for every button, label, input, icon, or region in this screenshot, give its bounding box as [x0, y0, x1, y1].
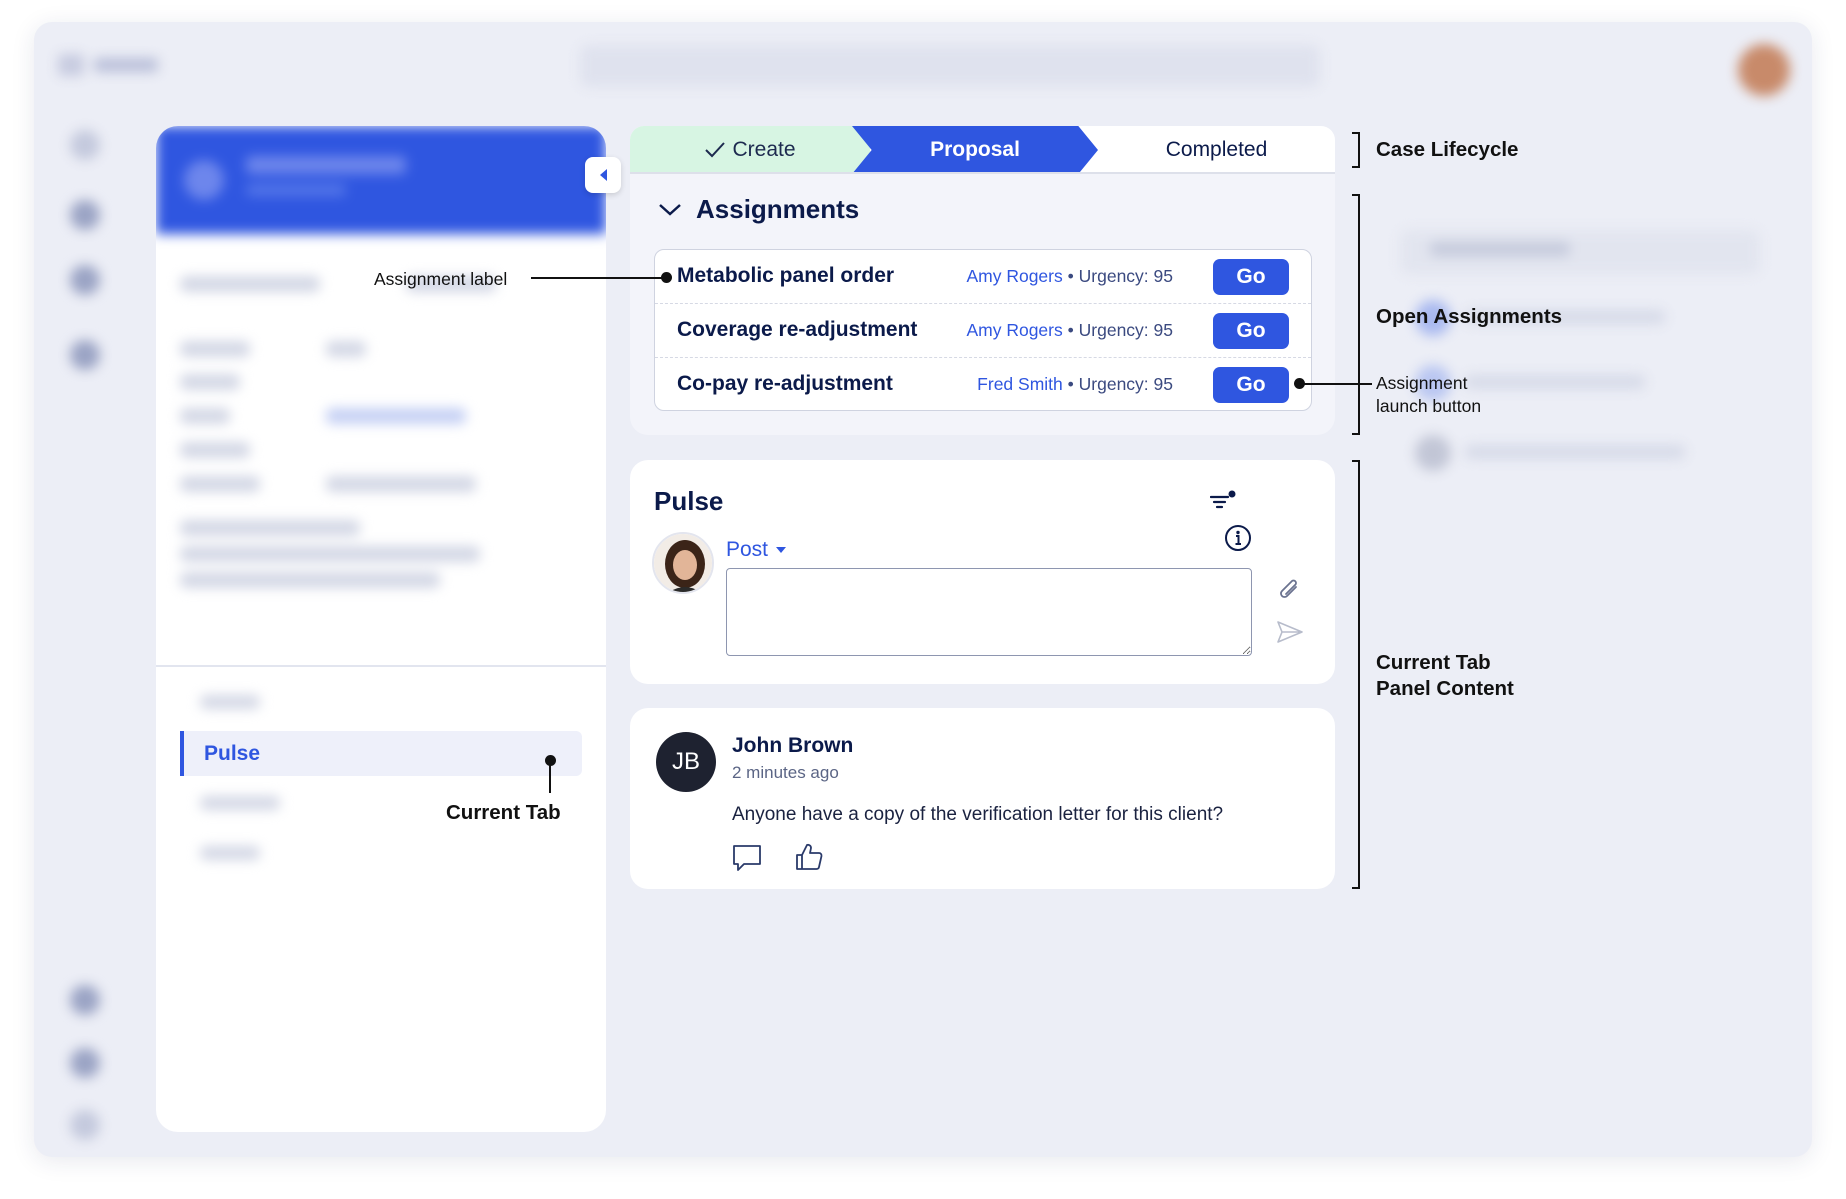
rail-reports-icon[interactable] — [70, 340, 100, 370]
post-type-select[interactable]: Post — [726, 538, 787, 562]
pulse-card: Pulse Post — [630, 460, 1335, 684]
rail-menu-icon[interactable] — [70, 130, 100, 160]
collapse-panel-button[interactable] — [585, 157, 621, 193]
assignment-assignee[interactable]: Amy Rogers — [966, 320, 1062, 340]
stage-proposal[interactable]: Proposal — [852, 126, 1098, 174]
assignment-go-button[interactable]: Go — [1213, 313, 1289, 349]
user-avatar[interactable] — [1738, 44, 1790, 96]
tab-pulse-label: Pulse — [204, 742, 261, 765]
assignment-label[interactable]: Metabolic panel order — [677, 264, 894, 288]
annotation-leader-line — [549, 761, 551, 793]
annotation-panel-content-line1: Current Tab — [1376, 651, 1491, 674]
annotation-leader-line — [1300, 383, 1372, 385]
annotation-bracket — [1352, 460, 1360, 889]
like-icon[interactable] — [794, 842, 824, 872]
assignment-meta: Amy Rogers • Urgency: 95 — [966, 266, 1173, 287]
attachment-icon[interactable] — [1278, 578, 1302, 604]
annotation-open-assignments: Open Assignments — [1376, 305, 1563, 328]
pulse-post: JB John Brown 2 minutes ago Anyone have … — [630, 708, 1335, 889]
assignment-row[interactable]: Coverage re-adjustment Amy Rogers • Urge… — [655, 304, 1311, 358]
post-input[interactable] — [726, 568, 1252, 656]
case-lifecycle: Create Proposal Completed — [630, 126, 1335, 174]
current-user-avatar — [652, 532, 714, 594]
assignment-label[interactable]: Coverage re-adjustment — [677, 318, 917, 342]
send-icon[interactable] — [1276, 620, 1304, 644]
assignment-label[interactable]: Co-pay re-adjustment — [677, 372, 893, 396]
post-timestamp: 2 minutes ago — [732, 763, 839, 782]
assignment-urgency: Urgency: 95 — [1078, 320, 1173, 340]
assignment-assignee[interactable]: Fred Smith — [977, 374, 1063, 394]
post-author[interactable]: John Brown — [732, 734, 853, 758]
annotation-current-tab: Current Tab — [446, 801, 561, 824]
post-type-label: Post — [726, 538, 769, 561]
assignment-meta: Fred Smith • Urgency: 95 — [977, 374, 1173, 395]
meta-separator: • — [1067, 320, 1074, 340]
annotation-case-lifecycle: Case Lifecycle — [1376, 138, 1519, 161]
assignment-row[interactable]: Metabolic panel order Amy Rogers • Urgen… — [655, 250, 1311, 304]
annotation-bracket — [1352, 132, 1360, 168]
chevron-left-icon — [599, 169, 607, 181]
assignments-card: Assignments Metabolic panel order Amy Ro… — [630, 174, 1335, 435]
annotation-launch-button-line1: Assignment — [1376, 373, 1468, 393]
tab-pulse[interactable]: Pulse — [180, 731, 582, 776]
checkmark-icon — [705, 142, 726, 158]
rail-settings-icon[interactable] — [70, 1048, 100, 1078]
filter-icon[interactable] — [1210, 490, 1236, 514]
annotation-leader-line — [531, 277, 666, 279]
annotation-assignment-label: Assignment label — [374, 269, 508, 289]
stage-completed[interactable]: Completed — [1098, 126, 1335, 174]
case-header — [156, 126, 606, 234]
assignment-urgency: Urgency: 95 — [1078, 374, 1173, 394]
post-text: Anyone have a copy of the verification l… — [732, 804, 1224, 825]
assignment-row[interactable]: Co-pay re-adjustment Fred Smith • Urgenc… — [655, 358, 1311, 412]
utility-panel — [1370, 200, 1790, 510]
info-icon[interactable] — [1224, 524, 1252, 552]
assignment-assignee[interactable]: Amy Rogers — [966, 266, 1062, 286]
rail-help-icon[interactable] — [70, 985, 100, 1015]
rail-logout-icon[interactable] — [70, 1110, 100, 1140]
assignment-go-button[interactable]: Go — [1213, 367, 1289, 403]
comment-icon[interactable] — [732, 844, 762, 872]
annotation-bracket — [1352, 194, 1360, 435]
annotation-marker — [661, 272, 672, 283]
meta-separator: • — [1067, 374, 1074, 394]
assignment-meta: Amy Rogers • Urgency: 95 — [966, 320, 1173, 341]
stage-create[interactable]: Create — [630, 126, 870, 174]
pulse-title: Pulse — [654, 486, 724, 516]
meta-separator: • — [1067, 266, 1074, 286]
stage-create-label: Create — [732, 138, 796, 161]
assignment-go-button[interactable]: Go — [1213, 259, 1289, 295]
annotation-launch-button-line2: launch button — [1376, 396, 1482, 416]
assignment-urgency: Urgency: 95 — [1078, 266, 1173, 286]
caret-down-icon — [776, 547, 787, 553]
rail-cases-icon[interactable] — [70, 265, 100, 295]
annotation-panel-content-line2: Panel Content — [1376, 677, 1514, 700]
chevron-down-icon[interactable] — [658, 203, 682, 217]
stage-completed-label: Completed — [1165, 138, 1268, 161]
rail-home-icon[interactable] — [70, 200, 100, 230]
global-search-bar[interactable] — [580, 45, 1320, 87]
app-logo — [58, 50, 168, 80]
author-avatar: JB — [656, 732, 716, 792]
assignments-header[interactable]: Assignments — [658, 194, 859, 225]
stage-proposal-label: Proposal — [930, 138, 1020, 161]
assignments-title: Assignments — [696, 194, 860, 224]
panel-divider — [156, 665, 606, 667]
assignments-list: Metabolic panel order Amy Rogers • Urgen… — [654, 249, 1312, 411]
